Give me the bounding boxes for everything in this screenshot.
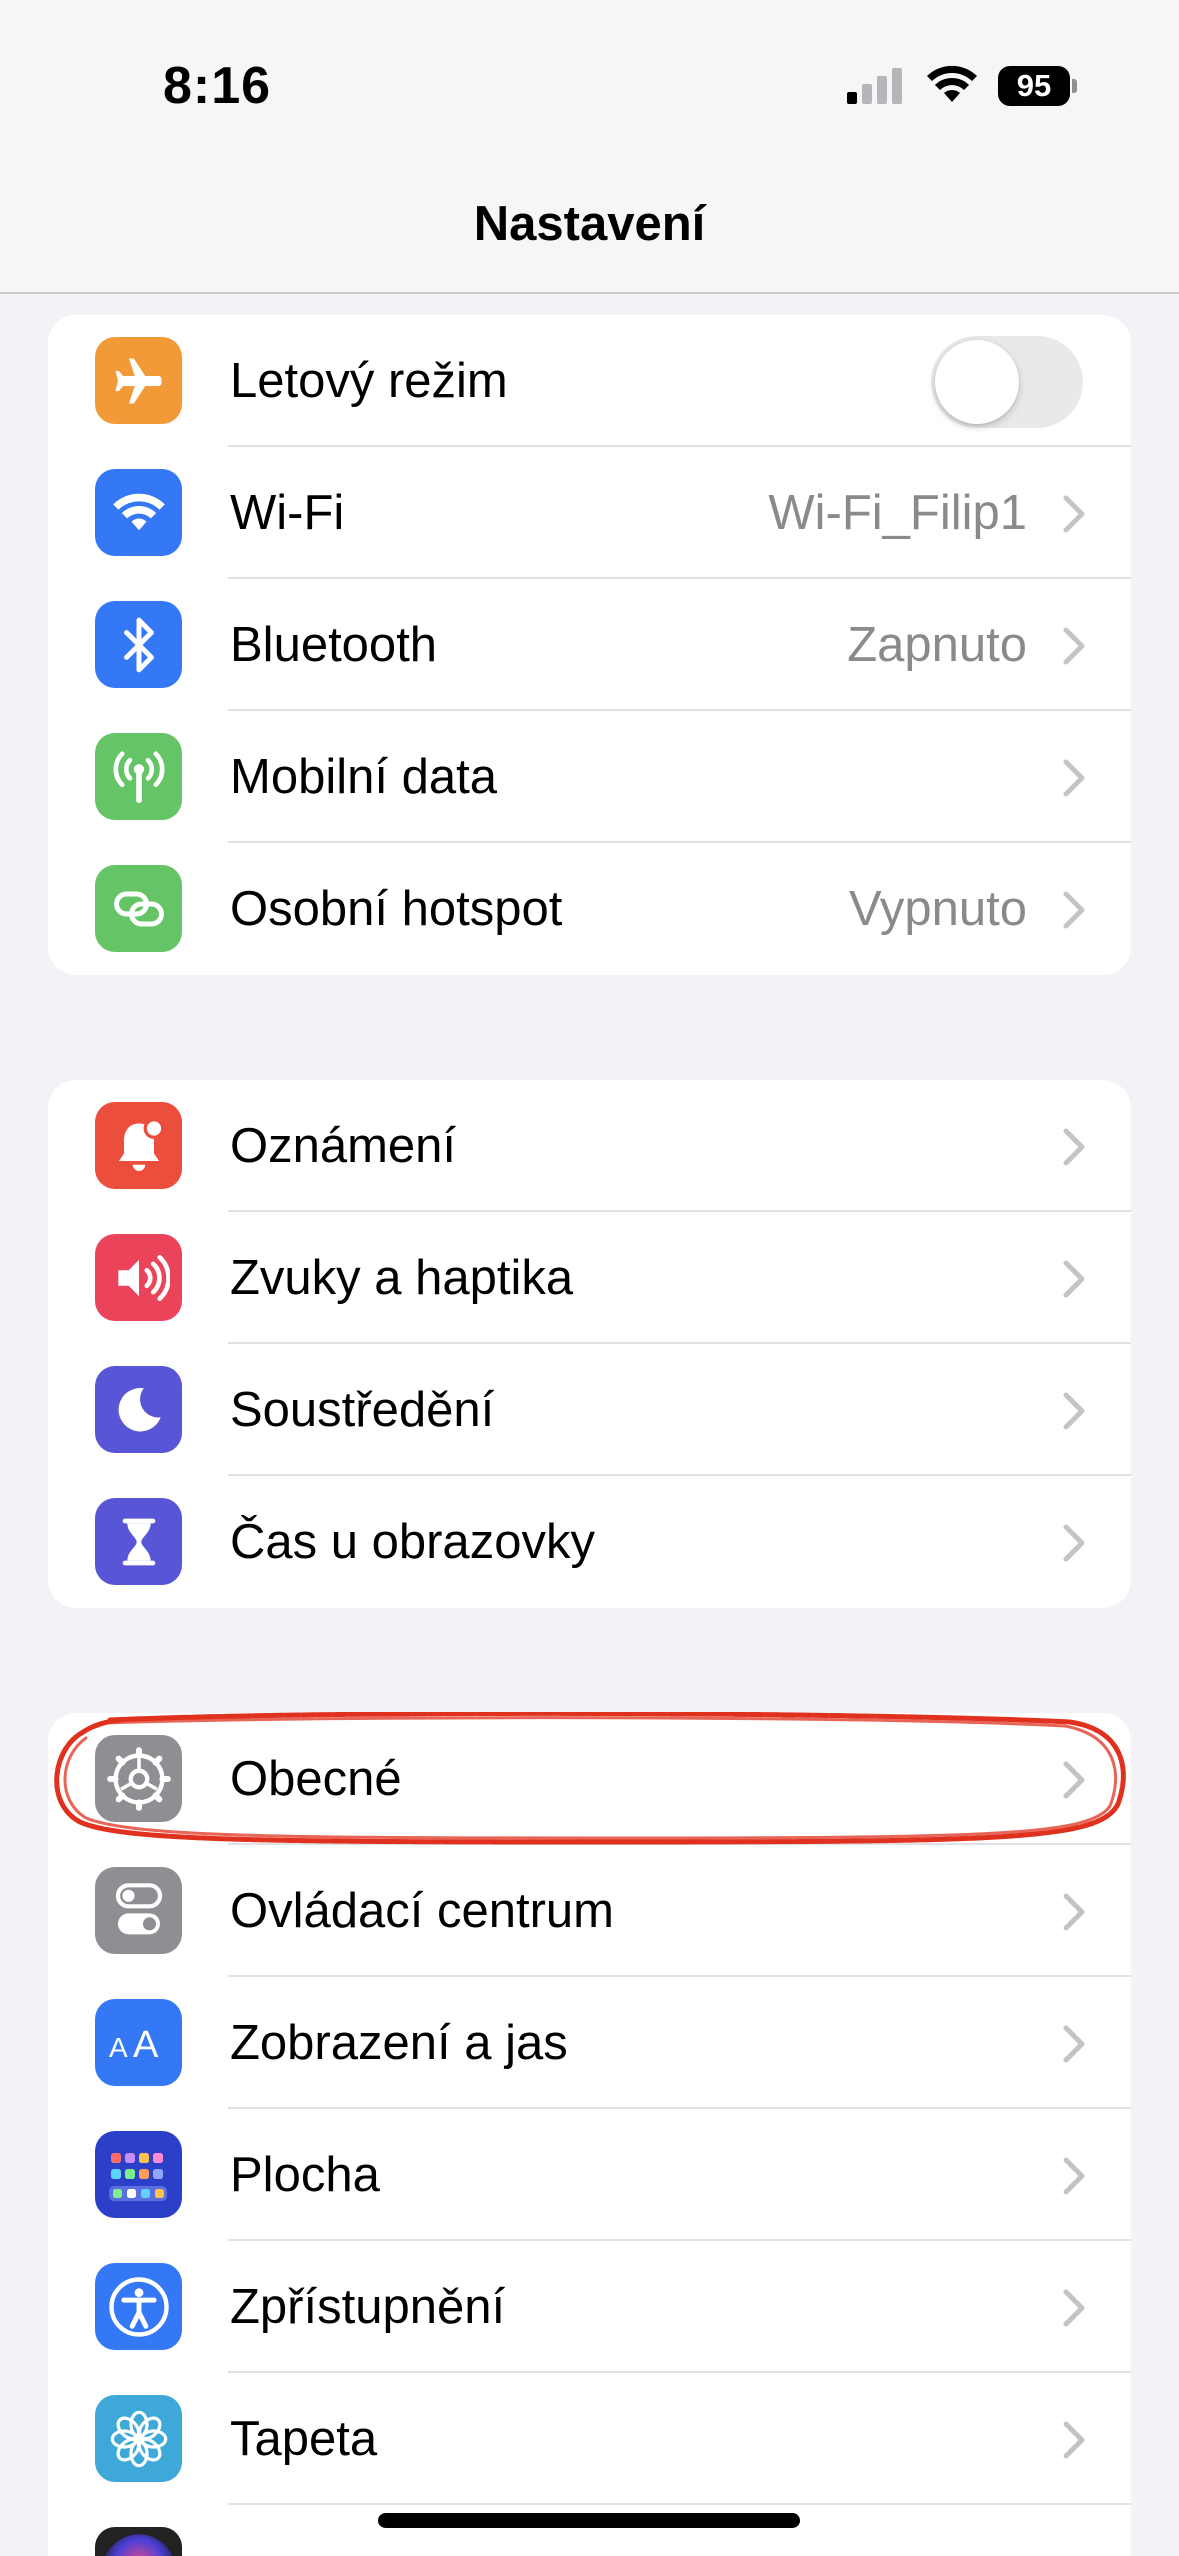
settings-row-bluetooth[interactable]: Bluetooth Zapnuto — [48, 579, 1131, 711]
chevron-right-icon — [1063, 2025, 1085, 2063]
settings-row-label: Soustředění — [230, 1383, 495, 1437]
airplane-icon — [95, 337, 182, 424]
svg-text:A: A — [133, 2024, 159, 2063]
settings-row-airplane-mode[interactable]: Letový režim — [48, 315, 1131, 447]
settings-row-label: Čas u obrazovky — [230, 1515, 595, 1569]
flower-icon — [95, 2395, 182, 2482]
antenna-icon — [95, 733, 182, 820]
settings-row-wallpaper[interactable]: Tapeta — [48, 2373, 1131, 2505]
navigation-bar: 8:16 95 Nastavení — [0, 0, 1179, 294]
siri-icon — [95, 2527, 182, 2556]
chevron-right-icon — [1063, 1128, 1085, 1166]
chevron-right-icon — [1063, 891, 1085, 929]
hourglass-icon — [95, 1498, 182, 1585]
moon-icon — [95, 1366, 182, 1453]
settings-row-label: Wi-Fi — [230, 486, 345, 540]
settings-row-sounds-haptics[interactable]: Zvuky a haptika — [48, 1212, 1131, 1344]
settings-row-label: Ovládací centrum — [230, 1884, 614, 1938]
wifi-icon — [95, 469, 182, 556]
chevron-right-icon — [1063, 1893, 1085, 1931]
settings-row-label: Obecné — [230, 1752, 402, 1806]
text-size-icon: AA — [95, 1999, 182, 2086]
settings-row-label: Plocha — [230, 2148, 380, 2202]
airplane-mode-toggle[interactable] — [931, 336, 1083, 428]
notification-bell-icon — [95, 1102, 182, 1189]
settings-row-focus[interactable]: Soustředění — [48, 1344, 1131, 1476]
page-title: Nastavení — [473, 197, 706, 251]
settings-row-label: Oznámení — [230, 1119, 457, 1173]
battery-level: 95 — [998, 66, 1070, 106]
settings-row-home-screen[interactable]: Plocha — [48, 2109, 1131, 2241]
settings-row-wifi[interactable]: Wi-Fi Wi-Fi_Filip1 — [48, 447, 1131, 579]
wifi-icon — [927, 65, 977, 102]
svg-text:A: A — [109, 2032, 128, 2063]
chevron-right-icon — [1063, 2289, 1085, 2327]
settings-row-notifications[interactable]: Oznámení — [48, 1080, 1131, 1212]
chevron-right-icon — [1063, 2421, 1085, 2459]
settings-row-accessibility[interactable]: Zpřístupnění — [48, 2241, 1131, 2373]
settings-row-label: Osobní hotspot — [230, 882, 563, 936]
home-screen-grid-icon — [95, 2131, 182, 2218]
settings-row-label: Tapeta — [230, 2412, 378, 2466]
chevron-right-icon — [1063, 627, 1085, 665]
accessibility-icon — [95, 2263, 182, 2350]
chevron-right-icon — [1063, 1260, 1085, 1298]
hotspot-link-icon — [95, 865, 182, 952]
settings-row-label: Mobilní data — [230, 750, 497, 804]
settings-row-screen-time[interactable]: Čas u obrazovky — [48, 1476, 1131, 1608]
settings-row-display-brightness[interactable]: AA Zobrazení a jas — [48, 1977, 1131, 2109]
home-indicator — [378, 2513, 800, 2528]
settings-group-connectivity: Letový režim Wi-Fi Wi-Fi_Filip1 Bluetoot… — [48, 315, 1131, 975]
chevron-right-icon — [1063, 759, 1085, 797]
settings-row-label: Letový režim — [230, 354, 508, 408]
settings-row-general[interactable]: Obecné — [48, 1713, 1131, 1845]
status-time: 8:16 — [163, 57, 272, 115]
toggles-icon — [95, 1867, 182, 1954]
settings-row-mobile-data[interactable]: Mobilní data — [48, 711, 1131, 843]
gear-icon — [95, 1735, 182, 1822]
bluetooth-icon — [95, 601, 182, 688]
settings-row-control-center[interactable]: Ovládací centrum — [48, 1845, 1131, 1977]
chevron-right-icon — [1063, 495, 1085, 533]
settings-group-general: Obecné Ovládací centrum AA Zobrazení a j… — [48, 1713, 1131, 2556]
settings-row-personal-hotspot[interactable]: Osobní hotspot Vypnuto — [48, 843, 1131, 975]
chevron-right-icon — [1063, 1392, 1085, 1430]
chevron-right-icon — [1063, 1524, 1085, 1562]
settings-group-notifications: Oznámení Zvuky a haptika Soustředění Čas… — [48, 1080, 1131, 1608]
speaker-icon — [95, 1234, 182, 1321]
settings-row-value: Vypnuto — [849, 882, 1027, 936]
cellular-signal-icon — [847, 68, 902, 104]
chevron-right-icon — [1063, 2157, 1085, 2195]
chevron-right-icon — [1063, 1761, 1085, 1799]
settings-row-label: Bluetooth — [230, 618, 438, 672]
settings-row-value: Zapnuto — [847, 618, 1027, 672]
settings-row-label: Zpřístupnění — [230, 2280, 506, 2334]
battery-icon: 95 — [998, 66, 1077, 106]
settings-row-label: Zvuky a haptika — [230, 1251, 574, 1305]
settings-row-value: Wi-Fi_Filip1 — [768, 486, 1027, 540]
settings-row-label: Zobrazení a jas — [230, 2016, 568, 2070]
